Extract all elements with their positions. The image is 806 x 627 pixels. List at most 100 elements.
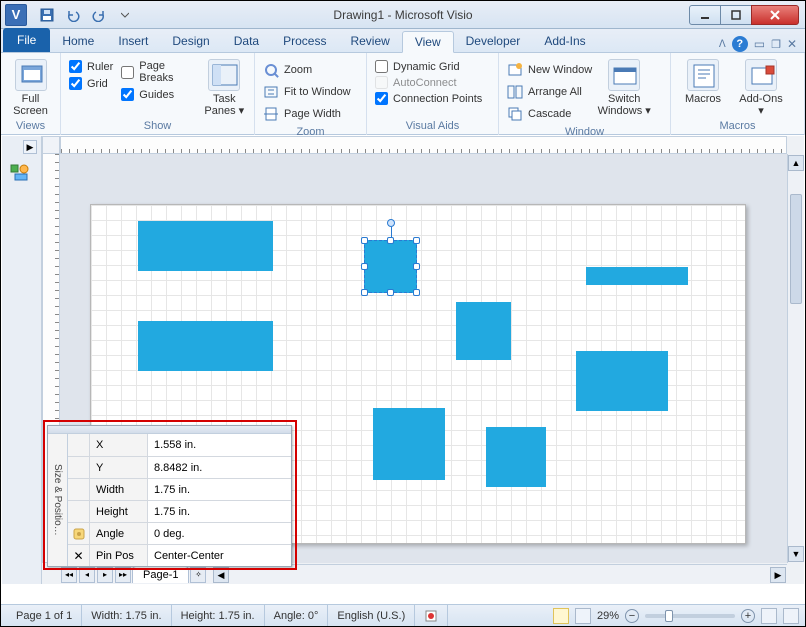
status-page[interactable]: Page 1 of 1 [7,605,82,627]
rotation-handle-icon[interactable] [387,219,395,227]
insert-page-icon[interactable]: ✧ [190,567,206,583]
task-panes-button[interactable]: Task Panes ▾ [203,57,246,117]
scroll-down-icon[interactable]: ▼ [788,546,804,562]
scroll-left-icon[interactable]: ◀ [213,567,229,583]
window-close-button[interactable] [751,5,799,25]
resize-handle[interactable] [387,289,394,296]
resize-handle[interactable] [413,237,420,244]
sp-key: Angle [90,523,148,544]
tab-design[interactable]: Design [160,30,221,52]
page-breaks-checkbox[interactable]: Page Breaks [121,60,194,84]
scroll-up-icon[interactable]: ▲ [788,155,804,171]
page-prev-icon[interactable]: ◂ [79,567,95,583]
window-minimize-button[interactable] [689,5,721,25]
group-views-label: Views [9,118,52,135]
qat-undo-icon[interactable] [61,4,85,26]
shape-rect[interactable] [486,427,546,487]
macro-record-icon[interactable] [415,605,448,627]
qat-customize-icon[interactable] [113,4,137,26]
sp-value[interactable]: 1.75 in. [148,479,291,500]
autoconnect-checkbox[interactable]: AutoConnect [375,76,482,89]
tab-developer[interactable]: Developer [454,30,533,52]
guides-checkbox[interactable]: Guides [121,88,194,101]
dynamic-grid-checkbox[interactable]: Dynamic Grid [375,60,482,73]
grid-checkbox[interactable]: Grid [69,77,113,90]
tab-review[interactable]: Review [338,30,401,52]
sp-value[interactable]: Center-Center [148,545,291,566]
resize-handle[interactable] [413,263,420,270]
resize-handle[interactable] [387,237,394,244]
page-width-button[interactable]: Page Width [263,104,351,124]
page-tab[interactable]: Page-1 [132,566,189,583]
shape-rect[interactable] [138,321,273,371]
zoom-out-icon[interactable]: − [625,609,639,623]
view-wide-icon[interactable] [575,608,591,624]
full-screen-button[interactable]: Full Screen [9,57,52,117]
shape-rect[interactable] [373,408,445,480]
qat-save-icon[interactable] [35,4,59,26]
shape-selected[interactable] [364,240,417,293]
connection-points-checkbox[interactable]: Connection Points [375,92,482,105]
sp-value[interactable]: 0 deg. [148,523,291,544]
mdi-close-icon[interactable]: ✕ [787,37,797,51]
shapes-pane-icon [10,164,32,182]
close-icon[interactable]: ✕ [68,545,90,566]
page-first-icon[interactable]: ◂◂ [61,567,77,583]
shapes-pane-collapsed[interactable]: ▶ [2,136,42,584]
shape-rect[interactable] [456,302,511,360]
size-position-header[interactable] [48,426,291,434]
group-show-label: Show [69,118,246,135]
horizontal-ruler[interactable] [60,136,787,154]
tab-home[interactable]: Home [50,30,106,52]
sp-value[interactable]: 1.558 in. [148,434,291,456]
tab-process[interactable]: Process [271,30,338,52]
zoom-slider[interactable] [645,614,735,618]
fit-page-icon[interactable] [761,608,777,624]
help-icon[interactable]: ? [732,36,748,52]
page-last-icon[interactable]: ▸▸ [115,567,131,583]
cascade-button[interactable]: Cascade [507,104,592,124]
shape-rect[interactable] [138,221,273,271]
tab-insert[interactable]: Insert [106,30,160,52]
resize-handle[interactable] [361,289,368,296]
shape-rect[interactable] [586,267,688,285]
vertical-scrollbar[interactable]: ▲ ▼ [787,154,804,563]
tab-file[interactable]: File [3,28,50,52]
sp-value[interactable]: 8.8482 in. [148,457,291,478]
size-position-window[interactable]: Size & Positio… X1.558 in. Y8.8482 in. W… [47,425,292,567]
scroll-thumb[interactable] [790,194,802,304]
tab-view[interactable]: View [402,31,454,53]
window-maximize-button[interactable] [720,5,752,25]
switch-windows-button[interactable]: Switch Windows ▾ [600,57,648,117]
sp-value[interactable]: 1.75 in. [148,501,291,522]
status-height: Height: 1.75 in. [172,605,265,627]
zoom-percent[interactable]: 29% [597,610,619,622]
arrange-all-button[interactable]: Arrange All [507,82,592,102]
ribbon-minimize-icon[interactable]: ᐱ [719,39,726,50]
tab-addins[interactable]: Add-Ins [532,30,597,52]
new-window-button[interactable]: New Window [507,60,592,80]
macros-button[interactable]: Macros [679,57,727,105]
ruler-checkbox[interactable]: Ruler [69,60,113,73]
zoom-in-icon[interactable]: + [741,609,755,623]
zoom-button[interactable]: Zoom [263,60,351,80]
expand-shapes-icon[interactable]: ▶ [23,140,37,154]
mdi-restore-icon[interactable]: ❐ [771,38,781,51]
view-normal-icon[interactable] [553,608,569,624]
mdi-minimize-icon[interactable]: ▭ [754,37,765,51]
qat-redo-icon[interactable] [87,4,111,26]
resize-handle[interactable] [361,263,368,270]
addons-button[interactable]: Add-Ons ▾ [735,57,787,117]
horizontal-scrollbar[interactable]: ◀ ▶ [212,564,787,584]
shape-rect[interactable] [576,351,668,411]
scroll-right-icon[interactable]: ▶ [770,567,786,583]
app-icon[interactable]: V [5,4,27,26]
page-next-icon[interactable]: ▸ [97,567,113,583]
pin-icon[interactable] [68,523,90,544]
status-language[interactable]: English (U.S.) [328,605,415,627]
tab-data[interactable]: Data [222,30,271,52]
resize-handle[interactable] [413,289,420,296]
full-screen-status-icon[interactable] [783,608,799,624]
resize-handle[interactable] [361,237,368,244]
fit-to-window-button[interactable]: Fit to Window [263,82,351,102]
